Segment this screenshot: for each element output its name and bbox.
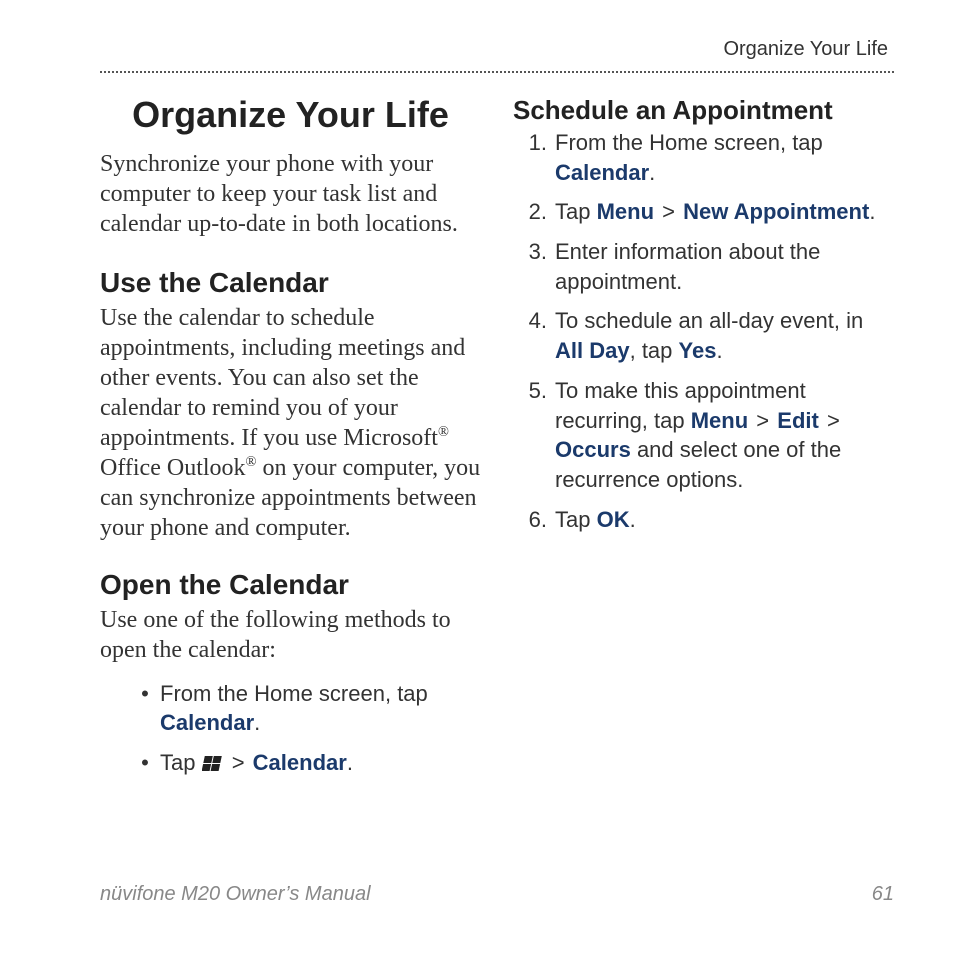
- step-number: 4.: [513, 306, 555, 336]
- section-use-calendar-heading: Use the Calendar: [100, 267, 481, 299]
- list-item: 4. To schedule an all-day event, in All …: [513, 306, 894, 365]
- list-item: 5. To make this appointment recurring, t…: [513, 376, 894, 495]
- text-fragment: .: [254, 710, 260, 735]
- breadcrumb-separator: >: [654, 199, 683, 224]
- text-fragment: .: [347, 750, 353, 775]
- list-item: 6. Tap OK.: [513, 505, 894, 535]
- ui-label-all-day: All Day: [555, 338, 630, 363]
- ui-label-ok: OK: [597, 507, 630, 532]
- left-column: Organize Your Life Synchronize your phon…: [100, 95, 481, 788]
- ui-label-calendar: Calendar: [160, 710, 254, 735]
- text-fragment: .: [716, 338, 722, 363]
- footer-manual-title: nüvifone M20 Owner’s Manual: [100, 883, 371, 906]
- open-calendar-methods-list: • From the Home screen, tap Calendar. • …: [100, 679, 481, 778]
- text-fragment: Tap: [160, 750, 202, 775]
- step-number: 2.: [513, 197, 555, 227]
- text-fragment: .: [869, 199, 875, 224]
- step-number: 1.: [513, 128, 555, 158]
- step-text: To make this appointment recurring, tap …: [555, 376, 894, 495]
- ui-label-calendar: Calendar: [555, 160, 649, 185]
- step-text: To schedule an all-day event, in All Day…: [555, 306, 894, 365]
- section-schedule-appointment-heading: Schedule an Appointment: [513, 95, 894, 126]
- schedule-appointment-steps: 1. From the Home screen, tap Calendar. 2…: [513, 128, 894, 534]
- section-use-calendar-body: Use the calendar to schedule appointment…: [100, 303, 481, 543]
- ui-label-menu: Menu: [691, 408, 748, 433]
- bullet-icon: •: [130, 679, 160, 709]
- list-item: 3. Enter information about the appointme…: [513, 237, 894, 296]
- list-item: 1. From the Home screen, tap Calendar.: [513, 128, 894, 187]
- text-fragment: Tap: [555, 199, 597, 224]
- ui-label-yes: Yes: [679, 338, 717, 363]
- windows-flag-icon: [202, 751, 224, 769]
- text-fragment: From the Home screen, tap: [555, 130, 823, 155]
- breadcrumb-separator: >: [748, 408, 777, 433]
- list-item: • Tap > Calendar.: [130, 748, 481, 778]
- list-item: • From the Home screen, tap Calendar.: [130, 679, 481, 738]
- step-text: Enter information about the appointment.: [555, 237, 894, 296]
- text-fragment: Use the calendar to schedule appointment…: [100, 305, 465, 451]
- step-text: Tap Menu > New Appointment.: [555, 197, 894, 227]
- list-item-text: From the Home screen, tap Calendar.: [160, 679, 481, 738]
- ui-label-occurs: Occurs: [555, 437, 631, 462]
- text-fragment: To schedule an all-day event, in: [555, 308, 863, 333]
- text-fragment: Office Outlook: [100, 455, 246, 481]
- step-number: 6.: [513, 505, 555, 535]
- ui-label-menu: Menu: [597, 199, 654, 224]
- list-item: 2. Tap Menu > New Appointment.: [513, 197, 894, 227]
- two-column-layout: Organize Your Life Synchronize your phon…: [100, 95, 894, 788]
- text-fragment: , tap: [630, 338, 679, 363]
- text-fragment: From the Home screen, tap: [160, 681, 428, 706]
- text-fragment: .: [630, 507, 636, 532]
- running-head: Organize Your Life: [100, 38, 894, 71]
- section-open-calendar-heading: Open the Calendar: [100, 569, 481, 601]
- breadcrumb-separator: >: [819, 408, 842, 433]
- step-text: From the Home screen, tap Calendar.: [555, 128, 894, 187]
- section-open-calendar-body: Use one of the following methods to open…: [100, 605, 481, 665]
- step-number: 3.: [513, 237, 555, 267]
- footer-page-number: 61: [872, 883, 894, 906]
- bullet-icon: •: [130, 748, 160, 778]
- ui-label-calendar: Calendar: [253, 750, 347, 775]
- breadcrumb-separator: >: [224, 750, 253, 775]
- intro-paragraph: Synchronize your phone with your compute…: [100, 149, 481, 239]
- text-fragment: .: [649, 160, 655, 185]
- registered-mark: ®: [246, 454, 257, 470]
- right-column: Schedule an Appointment 1. From the Home…: [513, 95, 894, 788]
- step-text: Tap OK.: [555, 505, 894, 535]
- registered-mark: ®: [438, 424, 449, 440]
- page-footer: nüvifone M20 Owner’s Manual 61: [100, 883, 894, 906]
- manual-page: Organize Your Life Organize Your Life Sy…: [0, 0, 954, 954]
- page-title: Organize Your Life: [100, 95, 481, 135]
- header-rule: [100, 71, 894, 73]
- ui-label-new-appointment: New Appointment: [683, 199, 869, 224]
- ui-label-edit: Edit: [777, 408, 819, 433]
- text-fragment: Tap: [555, 507, 597, 532]
- step-number: 5.: [513, 376, 555, 406]
- list-item-text: Tap > Calendar.: [160, 748, 481, 778]
